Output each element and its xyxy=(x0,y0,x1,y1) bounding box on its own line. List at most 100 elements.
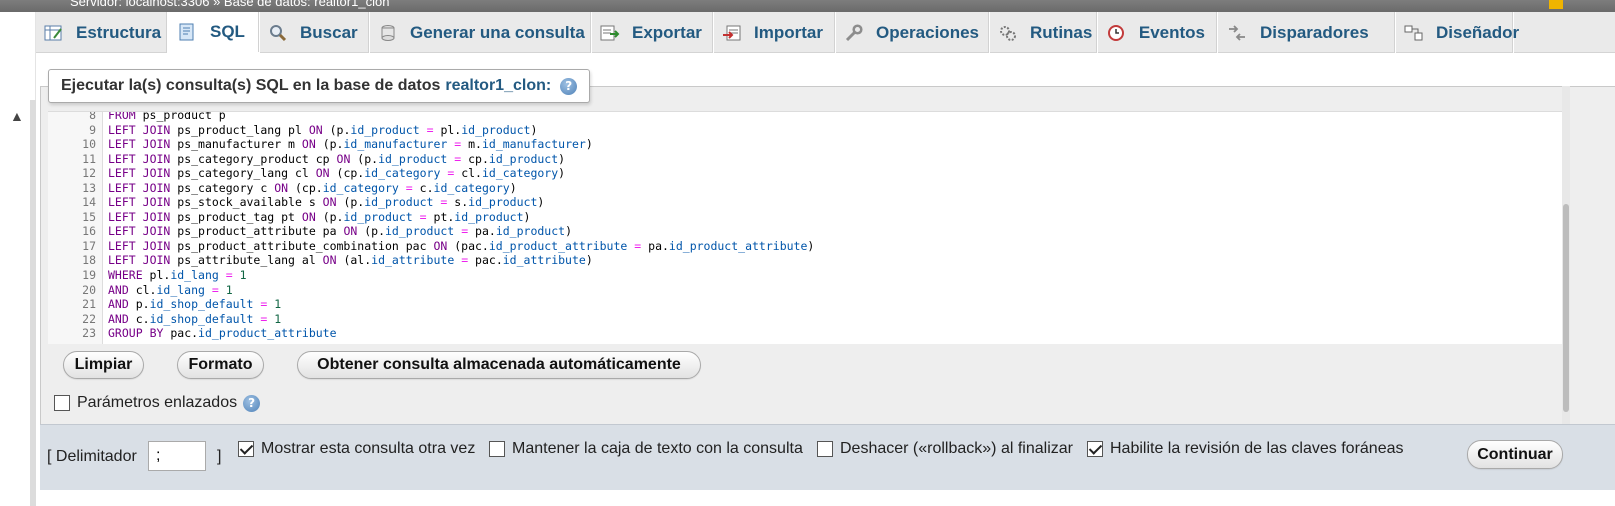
clock-icon xyxy=(1106,24,1127,42)
tab-bar: Estructura SQL Buscar Generar una consulta E… xyxy=(36,12,1615,53)
code-text: LEFT JOIN ps_product_tag pt ON (p.id_pro… xyxy=(108,209,531,224)
designer-icon xyxy=(1404,24,1424,42)
code-text: AND c.id_shop_default = 1 xyxy=(108,311,282,326)
code-line[interactable]: 14 LEFT JOIN ps_stock_available s ON (p.i… xyxy=(48,195,1562,210)
tab-label: Buscar xyxy=(300,22,358,42)
tab-buscar[interactable]: Buscar xyxy=(260,12,370,53)
get-autosaved-query-button[interactable]: Obtener consulta almacenada automáticame… xyxy=(297,351,701,379)
line-number: 22 xyxy=(82,311,96,326)
line-number: 15 xyxy=(82,209,96,224)
sql-editor[interactable]: 8 FROM ps_product p 9 LEFT JOIN ps_product_… xyxy=(48,111,1562,344)
code-line[interactable]: 20 AND cl.id_lang = 1 xyxy=(48,283,1562,298)
tab-label: Importar xyxy=(754,22,823,42)
code-text: LEFT JOIN ps_manufacturer m ON (p.id_man… xyxy=(108,137,593,152)
tab-generar-una-consulta[interactable]: Generar una consulta xyxy=(370,12,592,53)
code-line[interactable]: 11 LEFT JOIN ps_category_product cp ON (p… xyxy=(48,152,1562,167)
code-text: LEFT JOIN ps_category_lang cl ON (cp.id_… xyxy=(108,166,566,181)
line-number: 9 xyxy=(89,122,96,137)
tab-rutinas[interactable]: Rutinas xyxy=(990,12,1098,53)
line-number: 11 xyxy=(82,151,96,166)
warning-icon[interactable] xyxy=(1549,0,1563,9)
tab-eventos[interactable]: Eventos xyxy=(1098,12,1218,53)
format-button[interactable]: Formato xyxy=(177,351,264,379)
tab-importar[interactable]: Importar xyxy=(714,12,836,53)
database-link[interactable]: realtor1_clon: xyxy=(445,77,551,95)
wrench-icon xyxy=(844,23,864,42)
bind-params-option[interactable]: Parámetros enlazados ? xyxy=(54,394,261,412)
code-text: LEFT JOIN ps_category_product cp ON (p.i… xyxy=(108,151,566,166)
fk-checks-option[interactable]: Habilite la revisión de las claves forán… xyxy=(1087,440,1403,458)
show-query-option[interactable]: Mostrar esta consulta otra vez xyxy=(238,440,475,458)
export-icon xyxy=(600,24,620,42)
code-text: WHERE pl.id_lang = 1 xyxy=(108,268,247,283)
query-builder-icon xyxy=(378,24,398,42)
code-line[interactable]: 18 LEFT JOIN ps_attribute_lang al ON (al.… xyxy=(48,253,1562,268)
retain-box-label: Mantener la caja de texto con la consult… xyxy=(512,440,803,457)
tab-label: SQL xyxy=(210,22,245,41)
code-line[interactable]: 22 AND c.id_shop_default = 1 xyxy=(48,312,1562,327)
fk-checks-checkbox[interactable] xyxy=(1087,441,1103,457)
rollback-label: Deshacer («rollback») al finalizar xyxy=(840,440,1073,457)
line-number: 17 xyxy=(82,238,96,253)
code-line[interactable]: 15 LEFT JOIN ps_product_tag pt ON (p.id_p… xyxy=(48,210,1562,225)
breadcrumb-text[interactable]: Servidor: localhost:3306 » Base de datos… xyxy=(70,0,389,9)
code-line[interactable]: 13 LEFT JOIN ps_category c ON (cp.id_cate… xyxy=(48,181,1562,196)
show-query-checkbox[interactable] xyxy=(238,441,254,457)
panel-legend: Ejecutar la(s) consulta(s) SQL en la bas… xyxy=(48,69,590,103)
delimiter-label-close: ] xyxy=(217,448,221,466)
line-number: 20 xyxy=(82,282,96,297)
continue-button[interactable]: Continuar xyxy=(1467,440,1563,469)
tab-disparadores[interactable]: Disparadores xyxy=(1218,12,1396,53)
code-line[interactable]: 17 LEFT JOIN ps_product_attribute_combina… xyxy=(48,239,1562,254)
scroll-up-icon[interactable]: ▲ xyxy=(10,108,24,124)
fk-checks-label: Habilite la revisión de las claves forán… xyxy=(1110,440,1404,457)
delimiter-input[interactable]: ; xyxy=(148,441,206,471)
tab-label: Diseñador xyxy=(1436,22,1520,42)
retain-box-option[interactable]: Mantener la caja de texto con la consult… xyxy=(489,440,803,458)
code-line[interactable]: 9 LEFT JOIN ps_product_lang pl ON (p.id_p… xyxy=(48,123,1562,138)
code-line[interactable]: 16 LEFT JOIN ps_product_attribute pa ON (… xyxy=(48,224,1562,239)
code-line[interactable]: 23 GROUP BY pac.id_product_attribute xyxy=(48,326,1562,341)
code-line[interactable]: 8 FROM ps_product p xyxy=(48,111,1562,123)
code-text: LEFT JOIN ps_product_attribute pa ON (p.… xyxy=(108,224,573,239)
code-line[interactable]: 19 WHERE pl.id_lang = 1 xyxy=(48,268,1562,283)
help-icon[interactable]: ? xyxy=(560,77,578,95)
code-line[interactable]: 12 LEFT JOIN ps_category_lang cl ON (cp.i… xyxy=(48,166,1562,181)
tab-diseñador[interactable]: Diseñador xyxy=(1396,12,1519,53)
left-navigation-scroller: ▲ xyxy=(0,0,36,506)
clear-button[interactable]: Limpiar xyxy=(63,351,144,379)
tab-exportar[interactable]: Exportar xyxy=(592,12,714,53)
tab-label: Operaciones xyxy=(876,22,979,42)
code-text: AND p.id_shop_default = 1 xyxy=(108,297,282,312)
sql-code[interactable]: 8 FROM ps_product p 9 LEFT JOIN ps_product_… xyxy=(48,111,1562,341)
line-number: 14 xyxy=(82,195,96,210)
code-line[interactable]: 21 AND p.id_shop_default = 1 xyxy=(48,297,1562,312)
tab-sql[interactable]: SQL xyxy=(168,12,260,53)
delimiter-label: [ Delimitador xyxy=(47,448,137,465)
code-text: FROM ps_product p xyxy=(108,111,226,122)
code-line[interactable]: 10 LEFT JOIN ps_manufacturer m ON (p.id_m… xyxy=(48,137,1562,152)
bind-params-help-icon[interactable]: ? xyxy=(243,394,261,412)
retain-box-checkbox[interactable] xyxy=(489,441,505,457)
line-number: 16 xyxy=(82,224,96,239)
bind-params-checkbox[interactable] xyxy=(54,395,70,411)
search-icon xyxy=(268,24,288,42)
rollback-checkbox[interactable] xyxy=(817,441,833,457)
tab-operaciones[interactable]: Operaciones xyxy=(836,12,990,53)
line-number: 12 xyxy=(82,166,96,181)
line-number: 10 xyxy=(82,137,96,152)
line-number: 18 xyxy=(82,253,96,268)
line-number: 23 xyxy=(82,326,96,341)
code-text: LEFT JOIN ps_stock_available s ON (p.id_… xyxy=(108,195,545,210)
code-text: LEFT JOIN ps_product_lang pl ON (p.id_pr… xyxy=(108,122,538,137)
left-scrollbar[interactable] xyxy=(30,100,36,506)
line-number: 21 xyxy=(82,297,96,312)
tab-estructura[interactable]: Estructura xyxy=(36,12,168,53)
routines-icon xyxy=(998,24,1018,42)
scrollbar-thumb[interactable] xyxy=(1563,204,1569,412)
tab-label: Disparadores xyxy=(1260,22,1369,42)
delimiter-label-open: [ Delimitador xyxy=(47,448,137,466)
rollback-option[interactable]: Deshacer («rollback») al finalizar xyxy=(817,440,1073,458)
line-number: 13 xyxy=(82,180,96,195)
import-icon xyxy=(722,24,742,42)
